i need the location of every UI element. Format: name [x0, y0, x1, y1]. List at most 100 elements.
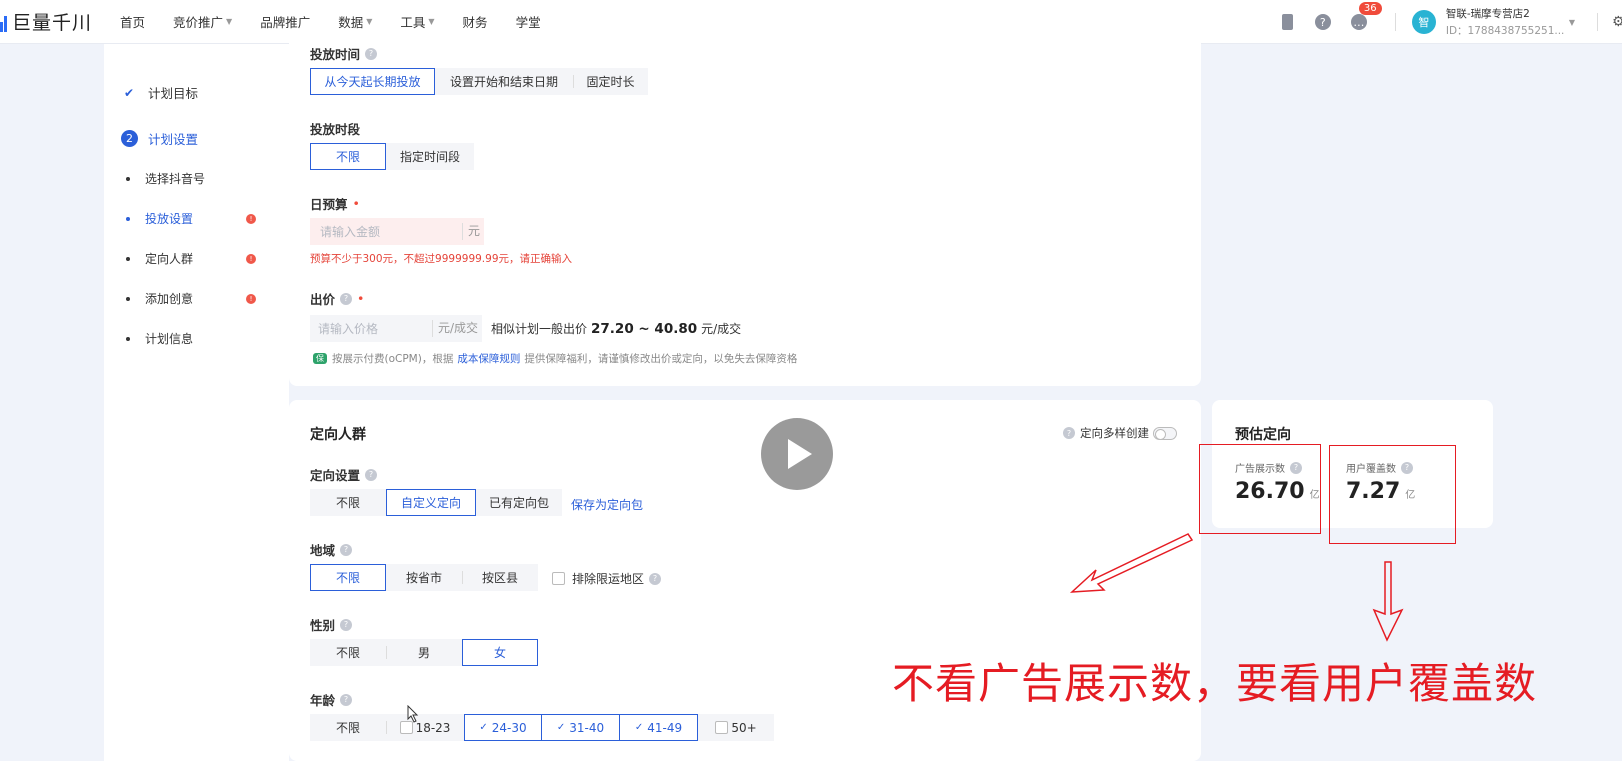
delivery-time-label: 投放时间?: [310, 44, 378, 63]
sidebar-item-label: 计划信息: [145, 332, 194, 346]
phone-icon[interactable]: [1281, 14, 1293, 30]
message-button[interactable]: … 36: [1350, 2, 1382, 30]
targeting-setting-options: 不限 自定义定向 已有定向包: [310, 489, 562, 516]
unit: 元: [461, 223, 484, 240]
avatar[interactable]: 智: [1411, 10, 1436, 34]
sidebar-item-douyin-account[interactable]: 选择抖音号: [124, 170, 264, 187]
daily-budget-input[interactable]: 请输入金额 元: [310, 218, 484, 245]
help-icon[interactable]: ?: [340, 618, 353, 631]
mouse-cursor-icon: [407, 705, 419, 723]
check-icon: ✓: [556, 722, 566, 733]
multi-create-toggle[interactable]: [1153, 426, 1177, 440]
help-icon[interactable]: ?: [1063, 427, 1075, 439]
region-options: 不限 按省市 按区县: [310, 564, 538, 591]
option-long-term[interactable]: 从今天起长期投放: [310, 68, 435, 95]
divider: [1597, 13, 1598, 31]
nav-label: 学堂: [515, 15, 541, 30]
nav-item-brand[interactable]: 品牌推广: [260, 12, 310, 31]
shield-icon: 保: [313, 353, 327, 364]
estimate-title: 预估定向: [1235, 427, 1291, 443]
logo-icon: [0, 12, 8, 32]
video-play-button[interactable]: [761, 418, 833, 490]
option-label: 31-40: [569, 720, 605, 735]
unit: 元/成交: [431, 320, 482, 337]
step-plan-goal[interactable]: ✔ 计划目标: [124, 83, 198, 102]
option-time-range[interactable]: 指定时间段: [386, 143, 474, 170]
exclude-restricted-region[interactable]: 排除限运地区 ?: [552, 570, 662, 587]
option-age-18-23[interactable]: 18-23: [386, 714, 464, 741]
step-plan-settings[interactable]: 2 计划设置: [121, 129, 198, 148]
option-female[interactable]: 女: [462, 639, 538, 666]
option-unlimited[interactable]: 不限: [310, 564, 386, 591]
bid-input[interactable]: 请输入价格 元/成交: [310, 315, 482, 342]
option-male[interactable]: 男: [386, 639, 462, 666]
nav-label: 数据: [338, 15, 364, 30]
option-age-50-plus[interactable]: 50+: [698, 714, 774, 741]
label-text: 性别: [310, 618, 336, 633]
help-icon[interactable]: ?: [340, 693, 353, 706]
option-unlimited[interactable]: 不限: [310, 489, 386, 516]
sidebar-item-delivery-settings[interactable]: 投放设置 !: [124, 210, 264, 227]
step-label: 计划目标: [148, 86, 199, 101]
toggle-label: 定向多样创建: [1080, 426, 1149, 440]
option-label: 24-30: [491, 720, 527, 735]
option-age-41-49[interactable]: ✓ 41-49: [620, 714, 698, 741]
label-text: 投放时间: [310, 47, 361, 62]
option-age-24-30[interactable]: ✓ 24-30: [464, 714, 542, 741]
account-dropdown-icon[interactable]: ▼: [1569, 18, 1575, 27]
required-mark: •: [352, 196, 360, 211]
checkbox[interactable]: [552, 572, 565, 585]
required-mark: •: [357, 291, 365, 306]
cost-guarantee-link[interactable]: 成本保障规则: [457, 351, 520, 366]
option-start-end-date[interactable]: 设置开始和结束日期: [435, 68, 573, 95]
nav-item-tools[interactable]: 工具 ▼: [400, 12, 434, 31]
option-unlimited[interactable]: 不限: [310, 639, 386, 666]
sidebar-item-targeting[interactable]: 定向人群 !: [124, 250, 264, 267]
targeting-setting-label: 定向设置?: [310, 465, 378, 484]
sidebar-item-creative[interactable]: 添加创意 !: [124, 290, 264, 307]
divider: [1394, 13, 1396, 31]
account-info[interactable]: 智联-瑞摩专营店2 ID：1788438755251...: [1446, 6, 1566, 38]
settings-icon[interactable]: ⚙: [1612, 14, 1622, 30]
option-by-district[interactable]: 按区县: [462, 564, 538, 591]
delivery-settings-card: 投放时间? 从今天起长期投放 设置开始和结束日期 固定时长 投放时段 不限 指定…: [289, 30, 1201, 386]
option-custom-targeting[interactable]: 自定义定向: [386, 489, 476, 516]
play-icon: [788, 439, 812, 469]
chevron-down-icon: ▼: [226, 17, 233, 26]
option-label: 41-49: [647, 720, 683, 735]
main-nav: 首页 竞价推广 ▼ 品牌推广 数据 ▼ 工具 ▼ 财务 学堂: [120, 12, 569, 31]
step-number: 2: [121, 130, 138, 147]
help-icon[interactable]: ?: [365, 468, 378, 481]
option-age-31-40[interactable]: ✓ 31-40: [542, 714, 620, 741]
option-unlimited[interactable]: 不限: [310, 714, 386, 741]
help-icon[interactable]: ?: [649, 572, 662, 585]
nav-item-bidding[interactable]: 竞价推广 ▼: [173, 12, 232, 31]
nav-item-finance[interactable]: 财务: [463, 12, 488, 31]
help-icon[interactable]: ?: [340, 292, 353, 305]
annotation-box-impressions: [1199, 444, 1321, 534]
nav-item-home[interactable]: 首页: [120, 12, 145, 31]
multi-create-toggle-wrap: ? 定向多样创建: [1063, 425, 1177, 441]
hint-suffix: 元/成交: [701, 322, 742, 336]
option-fixed-duration[interactable]: 固定时长: [573, 68, 648, 95]
account-id: ID：1788438755251...: [1445, 25, 1565, 37]
save-targeting-pack-link[interactable]: 保存为定向包: [571, 496, 643, 513]
nav-item-data[interactable]: 数据 ▼: [338, 12, 372, 31]
app-logo[interactable]: 巨量千川: [0, 8, 120, 35]
option-by-province-city[interactable]: 按省市: [386, 564, 462, 591]
gender-label: 性别?: [310, 615, 353, 634]
label-text: 定向设置: [310, 468, 361, 483]
error-icon: !: [246, 213, 256, 224]
nav-item-academy[interactable]: 学堂: [516, 12, 541, 31]
option-existing-pack[interactable]: 已有定向包: [476, 489, 562, 516]
sidebar-item-plan-info[interactable]: 计划信息: [124, 330, 264, 347]
help-icon[interactable]: ?: [1314, 14, 1331, 30]
annotation-text: 不看广告展示数，要看用户覆盖数: [892, 659, 1538, 708]
option-label: 18-23: [415, 720, 451, 735]
help-icon[interactable]: ?: [340, 543, 353, 556]
header-right: ? … 36 智 智联-瑞摩专营店2 ID：1788438755251... ▼…: [1281, 0, 1622, 44]
option-unlimited[interactable]: 不限: [310, 143, 386, 170]
age-label: 年龄?: [310, 690, 353, 709]
help-icon[interactable]: ?: [365, 47, 378, 60]
chevron-down-icon: ▼: [428, 17, 435, 26]
